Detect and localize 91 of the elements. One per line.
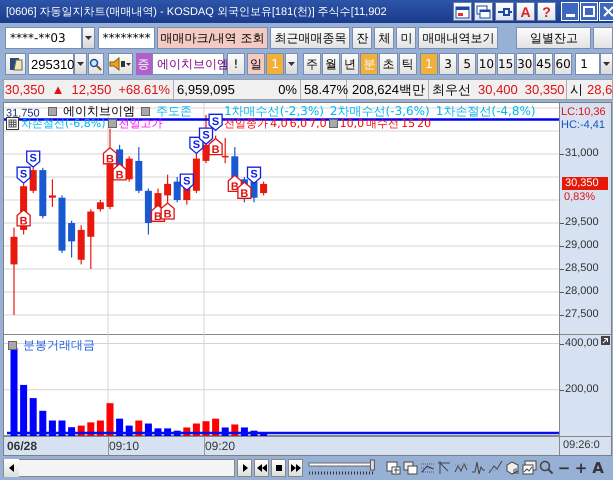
unit-tab[interactable]: 초: [379, 53, 398, 75]
alert-button[interactable]: !: [226, 53, 245, 75]
axis-label: 400,00: [565, 336, 599, 350]
amount-text: 208,624백만: [352, 80, 425, 98]
legend-label: 20: [417, 117, 432, 130]
axis-label: 29,000: [565, 238, 599, 252]
legend-label: 분봉거래대금: [23, 337, 95, 354]
toolbar-button[interactable]: 최근매매종목: [270, 27, 350, 49]
legend-label: 차손절선(-6,8%): [21, 117, 106, 131]
sell-marker: S: [208, 114, 223, 132]
buy-marker: B: [16, 209, 31, 228]
buy-marker: B: [237, 181, 252, 200]
interval-tab[interactable]: 60: [554, 53, 572, 75]
buy-marker: B: [112, 163, 127, 182]
bid-price: 30,350: [524, 82, 565, 97]
sell-marker: S: [16, 166, 31, 184]
time-label: 06/28: [7, 439, 38, 453]
help-button[interactable]: ?: [537, 2, 556, 21]
level-label: 31,750: [6, 108, 40, 120]
lc-label: LC:10,36: [561, 106, 606, 119]
open-price: 28,6: [587, 82, 612, 97]
unit-tab[interactable]: 주: [302, 53, 321, 75]
unit-tab[interactable]: 틱: [398, 53, 417, 75]
legend-label: 10,0: [340, 117, 364, 130]
axis-label: 29,500: [565, 216, 599, 229]
sell-marker: S: [198, 127, 214, 145]
count-field[interactable]: 1: [575, 53, 600, 75]
change-text: 12,350: [72, 82, 112, 97]
legend-label: 7,0: [309, 117, 327, 130]
unit-tab[interactable]: 년: [341, 53, 360, 75]
legend-label: 전일고가: [118, 117, 162, 131]
time-label: 09:26:0: [563, 439, 600, 451]
zoom-in-button[interactable]: +: [573, 459, 589, 477]
unit-tab[interactable]: 월: [322, 53, 340, 75]
password-field[interactable]: ********: [98, 27, 155, 49]
legend-label: 전일종가: [224, 117, 268, 131]
toolbar-button[interactable]: 체: [374, 27, 394, 49]
price-text: 30,350: [4, 82, 45, 97]
interval-tab[interactable]: 15: [496, 53, 515, 75]
legend-label: 4,0: [270, 117, 288, 130]
foreign-ratio: 58.47%: [304, 82, 348, 97]
font-button[interactable]: A: [590, 459, 606, 477]
toolbar-button[interactable]: 미: [396, 27, 416, 49]
sell-marker: S: [180, 173, 194, 191]
legend-label: 1차매수선(-2,3%): [224, 103, 324, 118]
last-price-tag: 30,350: [562, 176, 608, 190]
sell-marker: S: [189, 136, 204, 154]
toolbar-button[interactable]: 일별잔고: [516, 27, 592, 49]
zoom-out-button[interactable]: −: [556, 459, 572, 477]
axis-label: 28,500: [565, 262, 599, 275]
axis-label: 27,500: [565, 308, 599, 321]
buy-marker: B: [102, 146, 118, 166]
time-label: 09:20: [205, 439, 236, 453]
volume-text: 6,959,095: [177, 82, 235, 97]
interval-tab[interactable]: 3: [438, 53, 458, 75]
buy-marker: B: [208, 138, 223, 156]
market-badge: 증: [136, 53, 152, 75]
interval-tab[interactable]: 45: [534, 53, 554, 75]
axis-label: 31,000: [565, 147, 599, 160]
legend-label: 매수선: [366, 117, 400, 131]
interval-tab[interactable]: 5: [458, 53, 476, 75]
hc-label: HC:-4,41: [561, 119, 606, 132]
legend-label: 2차매수선(-3,6%): [330, 103, 430, 118]
legend-label: 6,0: [290, 117, 308, 130]
buy-marker: B: [160, 202, 175, 220]
legend-label: 1차손절선(-4,8%): [436, 103, 536, 120]
change-rate: +68.61%: [118, 82, 170, 97]
font-button[interactable]: A: [516, 2, 535, 21]
change-label: 0,83%: [564, 190, 596, 204]
legend-label: 주도존: [156, 103, 192, 118]
window-title: [0606] 자동일지차트(매매내역) - KOSDAQ 외국인보유[181(천)] 주식수[11,902: [6, 5, 388, 19]
up-arrow-icon: ▲: [52, 82, 65, 97]
sell-marker: S: [246, 166, 262, 184]
toolbar-button[interactable]: 매매마크/내역 조회: [156, 27, 268, 49]
best-label: 최우선: [432, 80, 471, 98]
time-label: 09:10: [109, 439, 140, 453]
account-field[interactable]: ****-**03: [5, 27, 82, 49]
axis-label: 28,000: [565, 284, 599, 298]
ratio-text: 0%: [278, 82, 297, 97]
period-button[interactable]: 일: [246, 53, 266, 75]
sell-marker: S: [26, 150, 40, 168]
toolbar-button[interactable]: 잔: [352, 27, 372, 49]
legend-label: 에이치브이엠: [63, 103, 135, 118]
interval-tab[interactable]: 30: [516, 53, 534, 75]
toolbar-button[interactable]: 매매내역보기: [418, 27, 498, 49]
legend-label: 15: [401, 117, 416, 130]
interval-tab[interactable]: 10: [477, 53, 496, 75]
axis-label: 200,00: [565, 382, 599, 396]
code-field[interactable]: 295310: [28, 53, 74, 75]
ask-price: 30,400: [478, 82, 518, 97]
open-label: 시: [570, 80, 583, 98]
